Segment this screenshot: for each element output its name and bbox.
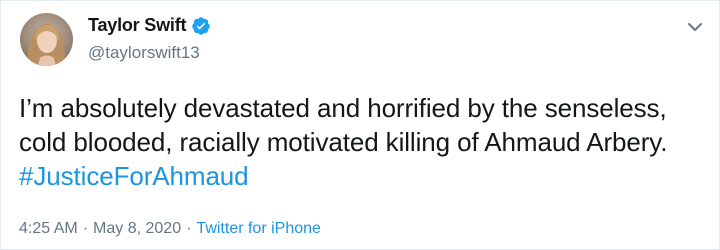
- hashtag-link[interactable]: #JusticeForAhmaud: [19, 161, 249, 191]
- author-name-row[interactable]: Taylor Swift: [88, 15, 211, 36]
- chevron-down-icon[interactable]: [685, 17, 705, 37]
- verified-badge-icon: [191, 16, 211, 36]
- tweet-time[interactable]: 4:25 AM: [19, 220, 78, 238]
- avatar[interactable]: [20, 13, 73, 66]
- author-handle[interactable]: @taylorswift13: [88, 43, 200, 63]
- author-display-name[interactable]: Taylor Swift: [88, 15, 186, 36]
- tweet-card: Taylor Swift @taylorswift13 I’m absolute…: [0, 0, 720, 250]
- tweet-date[interactable]: May 8, 2020: [93, 220, 181, 238]
- avatar-image: [20, 13, 73, 66]
- meta-separator: ·: [186, 220, 192, 237]
- tweet-source[interactable]: Twitter for iPhone: [196, 220, 321, 238]
- tweet-meta: 4:25 AM · May 8, 2020 · Twitter for iPho…: [19, 220, 321, 238]
- tweet-text-content: I’m absolutely devastated and horrified …: [19, 93, 668, 157]
- tweet-text: I’m absolutely devastated and horrified …: [19, 91, 699, 193]
- meta-separator: ·: [82, 220, 89, 237]
